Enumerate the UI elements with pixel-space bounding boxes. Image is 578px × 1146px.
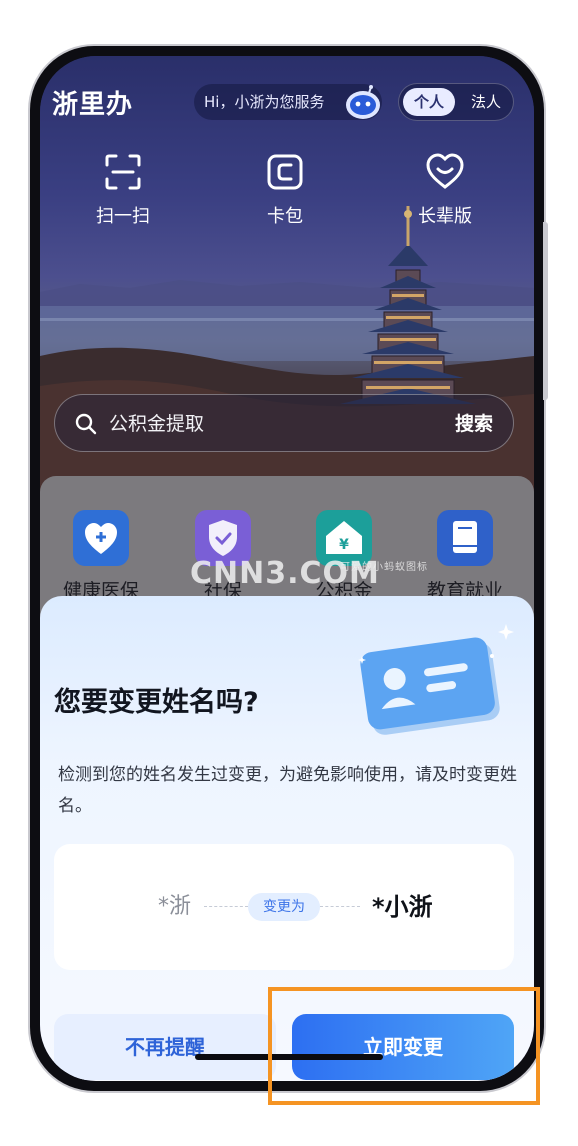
svg-text:¥: ¥ [339, 537, 349, 553]
connector-line-right [320, 906, 360, 907]
id-card-illustration-icon [358, 624, 514, 735]
heart-smile-icon [426, 153, 464, 189]
card-wallet-icon [267, 154, 303, 190]
quick-action-elder-mode[interactable]: 长辈版 [390, 152, 500, 228]
name-change-card: *浙 变更为 *小浙 [54, 844, 514, 970]
quick-action-label: 长辈版 [418, 206, 472, 227]
quick-action-scan[interactable]: 扫一扫 [68, 152, 178, 228]
search-button[interactable]: 搜索 [455, 395, 493, 453]
service-education-employment[interactable]: 教育就业 [410, 510, 520, 603]
search-bar[interactable]: 公积金提取 搜索 [54, 394, 514, 452]
old-name: *浙 [158, 894, 192, 919]
service-health-insurance[interactable]: 健康医保 [46, 510, 156, 603]
phone-side-button [543, 222, 548, 400]
app-title: 浙里办 [52, 90, 134, 120]
quick-action-label: 卡包 [267, 206, 303, 227]
quick-action-label: 扫一扫 [96, 206, 150, 227]
change-to-tag: 变更为 [248, 893, 320, 921]
connector-line-left [204, 906, 248, 907]
robot-assistant-icon[interactable] [343, 85, 383, 121]
search-placeholder: 公积金提取 [109, 413, 205, 435]
watermark: CNN3.COM 可爱的小蚂蚁图标 [190, 556, 427, 591]
dialog-title: 您要变更姓名吗? [54, 687, 259, 718]
book-icon [437, 510, 493, 566]
watermark-small-text: 可爱的小蚂蚁图标 [340, 562, 428, 573]
app-screen: 浙里办 Hi，小浙为您服务 个人 法人 扫一扫 卡包 长辈版 公积金提取 搜索 … [40, 56, 534, 1081]
role-personal-tab[interactable]: 个人 [403, 88, 455, 116]
scan-icon [105, 154, 141, 190]
greeting-text: Hi，小浙为您服务 [204, 93, 325, 111]
dialog-description: 检测到您的姓名发生过变更，为避免影响使用，请及时变更姓名。 [58, 765, 517, 816]
quick-action-card-wallet[interactable]: 卡包 [230, 152, 340, 228]
dont-remind-button[interactable]: 不再提醒 [54, 1014, 276, 1080]
highlight-box [268, 987, 540, 1105]
medical-heart-icon [73, 510, 129, 566]
role-switch[interactable]: 个人 法人 [398, 83, 514, 121]
search-icon [75, 413, 97, 435]
role-legal-tab[interactable]: 法人 [463, 88, 509, 116]
new-name: *小浙 [372, 893, 433, 921]
